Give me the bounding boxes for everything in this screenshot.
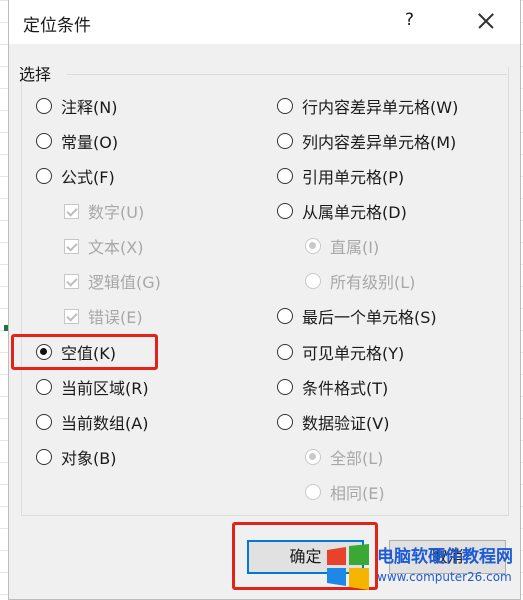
check-text: 文本(X) — [64, 234, 143, 258]
radio-icon[interactable] — [277, 168, 293, 184]
radio-constants[interactable]: 常量(O) — [36, 129, 118, 153]
go-to-special-dialog: 定位条件 ? 选择 注释(N) 常量(O) 公式(F) 数字(U) 文本(X) … — [8, 0, 521, 600]
radio-label: 全部(L) — [330, 449, 384, 468]
radio-icon[interactable] — [277, 379, 293, 395]
radio-label: 当前数组(A) — [61, 414, 149, 433]
radio-label: 条件格式(T) — [302, 379, 389, 398]
radio-label: 常量(O) — [61, 133, 119, 152]
radio-current-array[interactable]: 当前数组(A) — [36, 410, 148, 434]
dialog-title: 定位条件 — [23, 16, 91, 36]
radio-icon[interactable] — [36, 449, 52, 465]
radio-icon — [305, 484, 321, 500]
checkbox-icon — [64, 273, 79, 289]
radio-label: 列内容差异单元格(M) — [302, 133, 457, 152]
radio-icon[interactable] — [277, 133, 293, 149]
radio-current-region[interactable]: 当前区域(R) — [36, 375, 149, 399]
help-button[interactable]: ? — [405, 10, 414, 30]
radio-icon[interactable] — [36, 379, 52, 395]
radio-label: 当前区域(R) — [61, 379, 149, 398]
radio-dependents[interactable]: 从属单元格(D) — [277, 199, 407, 223]
radio-icon[interactable] — [277, 203, 293, 219]
radio-conditional-formats[interactable]: 条件格式(T) — [277, 375, 388, 399]
checkbox-label: 数字(U) — [88, 203, 145, 222]
radio-label: 相同(E) — [330, 484, 385, 503]
radio-formulas[interactable]: 公式(F) — [36, 164, 115, 188]
radio-label: 对象(B) — [61, 449, 117, 468]
radio-comments[interactable]: 注释(N) — [36, 94, 117, 118]
radio-validation-same: 相同(E) — [305, 480, 385, 504]
radio-icon[interactable] — [277, 98, 293, 114]
radio-label: 最后一个单元格(S) — [302, 308, 437, 327]
highlight-box-blanks — [11, 334, 158, 370]
radio-label: 所有级别(L) — [330, 273, 416, 292]
watermark-url: www.computer26.com — [377, 570, 512, 584]
close-icon[interactable] — [466, 4, 506, 38]
radio-row-differences[interactable]: 行内容差异单元格(W) — [277, 94, 458, 118]
radio-icon — [305, 273, 321, 289]
radio-icon — [305, 238, 321, 254]
radio-validation-all: 全部(L) — [305, 445, 383, 469]
checkbox-label: 逻辑值(G) — [88, 273, 161, 292]
radio-label: 注释(N) — [61, 98, 118, 117]
radio-icon — [305, 449, 321, 465]
check-logicals: 逻辑值(G) — [64, 269, 161, 293]
checkbox-label: 文本(X) — [88, 238, 144, 257]
radio-icon[interactable] — [36, 98, 52, 114]
checkbox-icon — [64, 308, 79, 324]
radio-visible-cells[interactable]: 可见单元格(Y) — [277, 340, 404, 364]
radio-label: 从属单元格(D) — [302, 203, 407, 222]
radio-icon[interactable] — [36, 414, 52, 430]
radio-column-differences[interactable]: 列内容差异单元格(M) — [277, 129, 456, 153]
radio-precedents[interactable]: 引用单元格(P) — [277, 164, 404, 188]
check-errors: 错误(E) — [64, 304, 143, 328]
checkbox-icon — [64, 203, 79, 219]
checkbox-label: 错误(E) — [88, 308, 143, 327]
radio-icon[interactable] — [36, 133, 52, 149]
radio-data-validation[interactable]: 数据验证(V) — [277, 410, 389, 434]
checkbox-icon — [64, 238, 79, 254]
radio-all-levels: 所有级别(L) — [305, 269, 415, 293]
radio-icon[interactable] — [277, 308, 293, 324]
radio-label: 引用单元格(P) — [302, 168, 405, 187]
radio-icon[interactable] — [277, 414, 293, 430]
radio-label: 公式(F) — [61, 168, 115, 187]
radio-objects[interactable]: 对象(B) — [36, 445, 116, 469]
watermark-title: 电脑软硬件教程网 — [377, 547, 513, 567]
radio-icon[interactable] — [277, 344, 293, 360]
radio-last-cell[interactable]: 最后一个单元格(S) — [277, 304, 437, 328]
radio-label: 数据验证(V) — [302, 414, 390, 433]
radio-label: 可见单元格(Y) — [302, 344, 405, 363]
radio-label: 行内容差异单元格(W) — [302, 98, 459, 117]
windows-logo-icon — [327, 544, 369, 590]
group-label: 选择 — [19, 65, 52, 84]
group-divider — [67, 74, 507, 75]
radio-icon[interactable] — [36, 168, 52, 184]
watermark: 电脑软硬件教程网 www.computer26.com — [325, 540, 523, 598]
radio-label: 直属(I) — [330, 238, 380, 257]
title-bar: 定位条件 ? — [9, 0, 520, 44]
radio-direct-only: 直属(I) — [305, 234, 379, 258]
check-numbers: 数字(U) — [64, 199, 144, 223]
